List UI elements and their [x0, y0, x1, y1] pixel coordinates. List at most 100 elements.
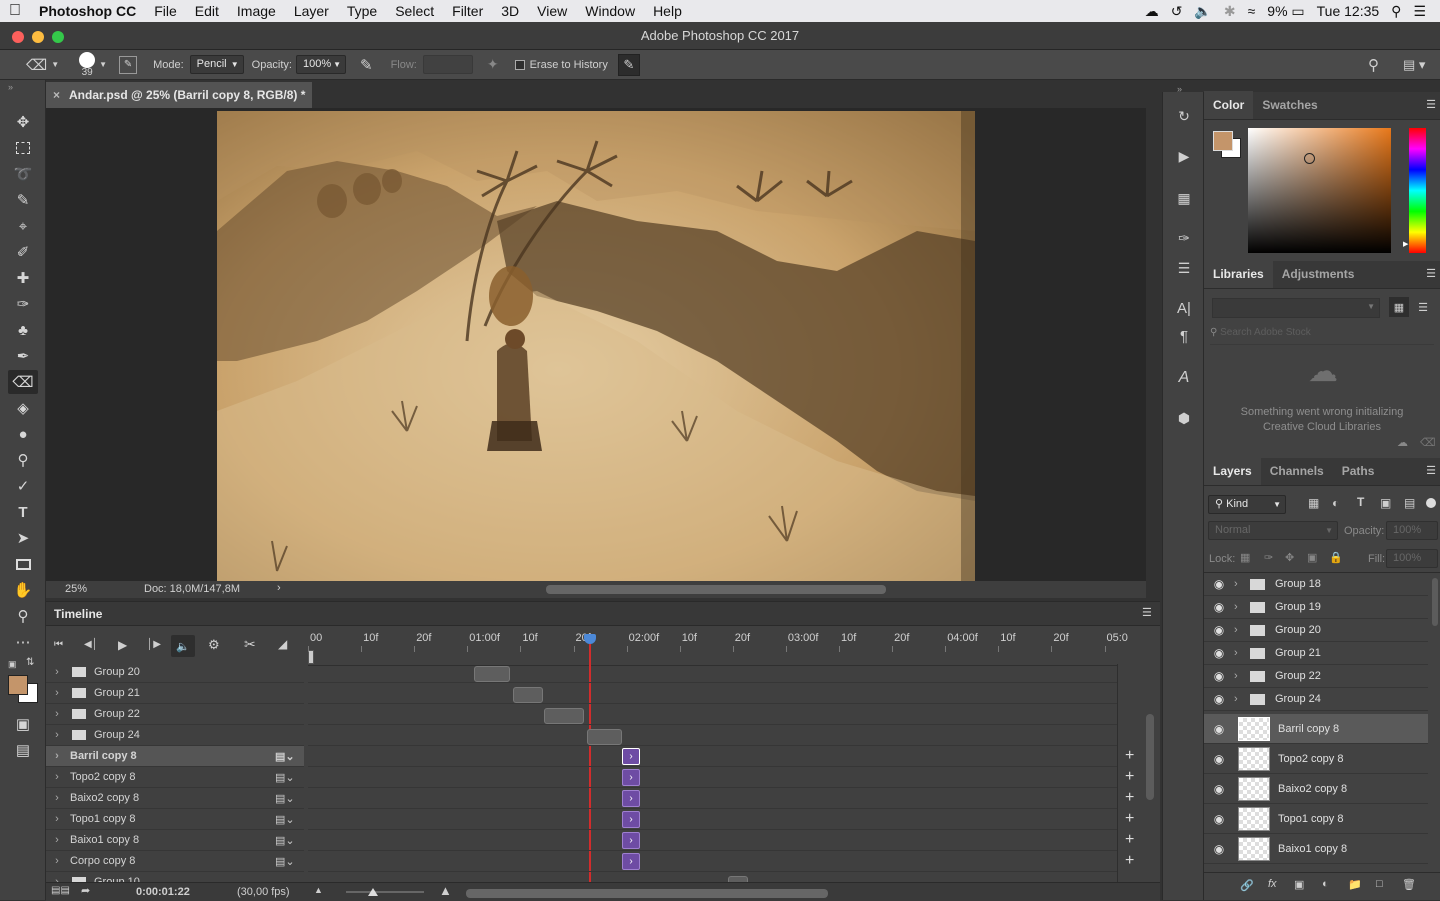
library-select[interactable]: ▼	[1212, 298, 1380, 318]
timeline-tab[interactable]: Timeline	[54, 607, 102, 621]
wifi-icon[interactable]: ≈	[1248, 3, 1256, 19]
timeline-track[interactable]	[308, 872, 1118, 882]
add-media-plus-icon[interactable]: +	[1125, 747, 1134, 765]
artwork-image[interactable]	[217, 111, 975, 581]
timeline-track[interactable]	[308, 664, 1118, 683]
timeline-zoom-slider[interactable]	[346, 888, 424, 896]
actions-panel-icon[interactable]: ▶	[1172, 144, 1196, 168]
visibility-eye-icon[interactable]: ◉	[1204, 842, 1234, 856]
layer-row[interactable]: ◉ Topo1 copy 8	[1204, 804, 1428, 834]
visibility-eye-icon[interactable]: ◉	[1204, 782, 1234, 796]
go-to-first-frame-icon[interactable]: ⏮	[54, 639, 63, 650]
settings-gear-icon[interactable]: ⚙	[208, 637, 220, 653]
layer-row[interactable]: ◉ Baixo2 copy 8	[1204, 774, 1428, 804]
timeline-group-row[interactable]: › Group 21	[46, 683, 304, 704]
panel-menu-icon[interactable]: ☰	[1426, 260, 1436, 288]
layer-clip[interactable]: ›	[622, 853, 640, 870]
layer-row[interactable]: ◉ Baixo1 copy 8	[1204, 834, 1428, 864]
tab-layers[interactable]: Layers	[1204, 457, 1261, 485]
menu-help[interactable]: Help	[644, 3, 691, 19]
canvas-horizontal-scrollbar[interactable]	[546, 585, 886, 594]
split-scissors-icon[interactable]: ✂	[244, 636, 256, 653]
play-button[interactable]: ▶	[118, 638, 127, 652]
brush-settings-panel-icon[interactable]: ✑	[1172, 226, 1196, 250]
timeline-track[interactable]	[308, 767, 1118, 788]
opacity-field[interactable]: 100% ▼	[296, 55, 346, 74]
zoom-slider-thumb[interactable]	[368, 888, 378, 896]
quick-mask-icon[interactable]: ▣	[8, 712, 38, 736]
marquee-tool-icon[interactable]	[8, 136, 38, 160]
rectangle-tool-icon[interactable]	[8, 552, 38, 576]
tab-libraries[interactable]: Libraries	[1204, 260, 1273, 288]
fill-field[interactable]: 100%	[1386, 549, 1438, 568]
add-media-plus-icon[interactable]: +	[1125, 789, 1134, 807]
visibility-eye-icon[interactable]: ◉	[1204, 646, 1234, 660]
layers-scrollbar[interactable]	[1432, 578, 1438, 626]
color-picker-cursor[interactable]	[1304, 153, 1315, 164]
menu-edit[interactable]: Edit	[186, 3, 228, 19]
expand-chevron-icon[interactable]: ›	[46, 813, 68, 825]
tab-color[interactable]: Color	[1204, 91, 1254, 119]
status-menu-arrow-icon[interactable]: ›	[277, 582, 281, 594]
menu-image[interactable]: Image	[228, 3, 285, 19]
timeline-group-row[interactable]: › Group 22	[46, 704, 304, 725]
timeline-track[interactable]	[308, 725, 1118, 746]
close-tab-icon[interactable]: ×	[53, 82, 60, 108]
expand-chevron-icon[interactable]: ›	[46, 729, 68, 741]
type-tool-icon[interactable]: T	[8, 500, 38, 524]
panel-menu-icon[interactable]: ☰	[1426, 91, 1436, 119]
visibility-eye-icon[interactable]: ◉	[1204, 577, 1234, 591]
zoom-level[interactable]: 25%	[65, 583, 87, 595]
visibility-eye-icon[interactable]: ◉	[1204, 692, 1234, 706]
layer-group-row[interactable]: ◉ › Group 24	[1204, 688, 1428, 711]
paint-bucket-tool-icon[interactable]: ◈	[8, 396, 38, 420]
visibility-eye-icon[interactable]: ◉	[1204, 623, 1234, 637]
workspace-switcher-icon[interactable]: ▤ ▾	[1403, 57, 1425, 73]
expand-chevron-icon[interactable]: ›	[46, 687, 68, 699]
timeline-layer-row[interactable]: › Barril copy 8 ▤⌄	[46, 746, 304, 767]
list-view-icon[interactable]: ☰	[1413, 297, 1433, 317]
canvas-area[interactable]	[46, 108, 1146, 581]
flow-field[interactable]	[422, 55, 473, 74]
document-tab[interactable]: × Andar.psd @ 25% (Barril copy 8, RGB/8)…	[46, 82, 312, 108]
close-window-button[interactable]	[12, 31, 24, 43]
lock-transparent-icon[interactable]: ▦	[1240, 551, 1250, 564]
layer-group-row[interactable]: ◉ › Group 21	[1204, 642, 1428, 665]
brush-tool-icon[interactable]: ✑	[8, 292, 38, 316]
path-selection-tool-icon[interactable]: ➤	[8, 526, 38, 550]
timeline-track[interactable]	[308, 683, 1118, 704]
apple-icon[interactable]: 	[0, 2, 30, 20]
timeline-horizontal-scrollbar[interactable]	[466, 889, 828, 898]
timeline-vertical-scrollbar[interactable]	[1146, 714, 1154, 800]
zoom-window-button[interactable]	[52, 31, 64, 43]
screen-mode-icon[interactable]: ▤	[8, 738, 38, 762]
layer-opacity-field[interactable]: 100%	[1386, 521, 1438, 540]
expand-chevron-icon[interactable]: ›	[46, 792, 68, 804]
pen-tool-icon[interactable]: ✓	[8, 474, 38, 498]
timeline-group-row[interactable]: › Group 24	[46, 725, 304, 746]
pressure-size-icon[interactable]: ✎	[617, 53, 640, 76]
trash-icon[interactable]: ⌫	[1420, 436, 1436, 449]
battery-status[interactable]: 9% ▭	[1267, 3, 1304, 20]
default-colors-icon[interactable]: ▣	[8, 659, 17, 670]
film-strip-menu-icon[interactable]: ▤⌄	[275, 855, 295, 868]
filter-smart-object-icon[interactable]: ▤	[1404, 496, 1415, 510]
crop-tool-icon[interactable]: ⌖	[8, 214, 38, 238]
brush-preset-picker[interactable]: 39	[77, 51, 97, 78]
dodge-tool-icon[interactable]: ⚲	[8, 448, 38, 472]
collapse-panels-icon[interactable]: »	[1177, 84, 1182, 94]
blend-mode-select[interactable]: Normal ▼	[1208, 521, 1338, 540]
expand-chevron-icon[interactable]: ›	[46, 771, 68, 783]
group-clip[interactable]	[587, 729, 622, 745]
lock-pixels-icon[interactable]: ✑	[1264, 551, 1273, 564]
minimize-window-button[interactable]	[32, 31, 44, 43]
tab-channels[interactable]: Channels	[1261, 457, 1333, 485]
expand-chevron-icon[interactable]: ›	[46, 666, 68, 678]
layer-group-row[interactable]: ◉ › Group 19	[1204, 596, 1428, 619]
menubar-clock[interactable]: Tue 12:35	[1317, 3, 1380, 19]
filter-pixel-icon[interactable]: ▦	[1308, 496, 1319, 510]
menu-window[interactable]: Window	[576, 3, 644, 19]
previous-frame-icon[interactable]: ◀│	[84, 639, 98, 650]
menu-app[interactable]: Photoshop CC	[30, 3, 145, 19]
visibility-eye-icon[interactable]: ◉	[1204, 812, 1234, 826]
